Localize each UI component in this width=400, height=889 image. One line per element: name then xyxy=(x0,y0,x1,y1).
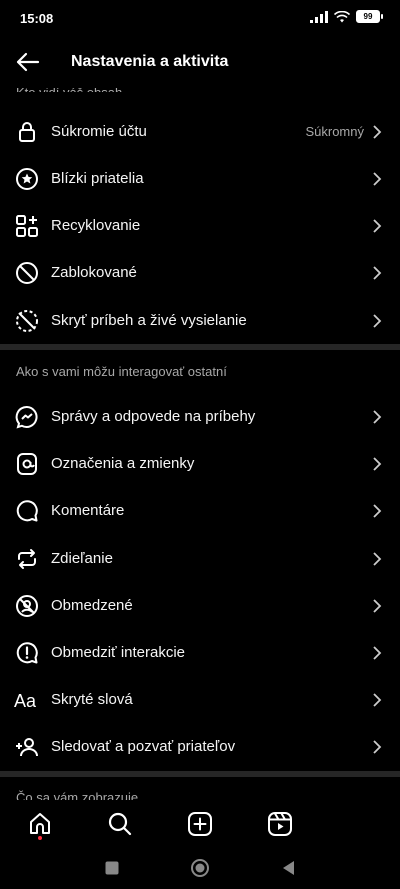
header: Nastavenia a aktivita xyxy=(0,38,400,86)
signal-icon xyxy=(310,10,328,23)
row-label: Označenia a zmienky xyxy=(51,455,195,472)
chevron-right-icon xyxy=(372,171,382,186)
row-close-friends[interactable]: Blízki priatelia xyxy=(0,155,400,202)
row-label: Recyklovanie xyxy=(51,217,141,234)
back-button[interactable] xyxy=(14,48,42,76)
row-label: Blízki priatelia xyxy=(51,170,144,187)
bottom-nav xyxy=(0,800,400,848)
chevron-right-icon xyxy=(372,409,382,424)
chevron-right-icon xyxy=(372,503,382,518)
circle-icon xyxy=(191,859,209,877)
wifi-icon xyxy=(334,10,350,23)
search-icon xyxy=(108,812,132,836)
notification-dot xyxy=(38,836,42,840)
row-label: Skryté slová xyxy=(51,691,133,708)
svg-text:Aa: Aa xyxy=(14,691,37,711)
messenger-icon xyxy=(14,404,40,430)
triangle-back-icon xyxy=(283,861,294,875)
nav-create[interactable] xyxy=(186,810,214,838)
section-divider xyxy=(0,771,400,777)
row-sharing[interactable]: Zdieľanie xyxy=(0,535,400,582)
section-header: Ako s vami môžu interagovať ostatní xyxy=(16,364,227,379)
home-icon xyxy=(30,813,50,834)
chevron-right-icon xyxy=(372,313,382,328)
row-follow-invite[interactable]: Sledovať a pozvať priateľov xyxy=(0,723,400,770)
row-label: Zablokované xyxy=(51,264,137,281)
status-icons: 99 xyxy=(310,10,383,23)
row-tags-mentions[interactable]: Označenia a zmienky xyxy=(0,440,400,487)
chevron-right-icon xyxy=(372,265,382,280)
row-hidden-words[interactable]: Aa Skryté slová xyxy=(0,676,400,723)
close-friends-star-icon xyxy=(14,166,40,192)
row-remix[interactable]: Recyklovanie xyxy=(0,202,400,249)
row-label: Obmedziť interakcie xyxy=(51,644,186,661)
home-system-button[interactable] xyxy=(190,858,210,878)
grid-plus-icon xyxy=(14,213,40,239)
row-label: Sledovať a pozvať priateľov xyxy=(51,738,236,755)
row-label: Obmedzené xyxy=(51,597,133,614)
row-label: Komentáre xyxy=(51,502,125,519)
recent-apps-button[interactable] xyxy=(102,858,122,878)
row-account-privacy[interactable]: Súkromie účtu Súkromný xyxy=(0,108,400,155)
chevron-right-icon xyxy=(372,218,382,233)
limit-interactions-icon xyxy=(14,640,40,666)
follow-invite-icon xyxy=(14,734,40,760)
restricted-icon xyxy=(14,593,40,619)
page-title: Nastavenia a aktivita xyxy=(71,53,229,70)
at-icon xyxy=(14,451,40,477)
blocked-icon xyxy=(14,260,40,286)
partial-section-header: Čo sa vám zobrazuje xyxy=(16,790,139,800)
back-system-button[interactable] xyxy=(278,858,298,878)
row-blocked[interactable]: Zablokované xyxy=(0,249,400,296)
chevron-right-icon xyxy=(372,739,382,754)
chevron-right-icon xyxy=(372,598,382,613)
hidden-words-icon: Aa xyxy=(14,687,40,713)
row-label: Skryť príbeh a živé vysielanie xyxy=(51,312,247,329)
reels-icon xyxy=(268,812,292,836)
row-comments[interactable]: Komentáre xyxy=(0,487,400,534)
row-restricted[interactable]: Obmedzené xyxy=(0,582,400,629)
row-label: Súkromie účtu xyxy=(51,123,147,140)
row-messages[interactable]: Správy a odpovede na príbehy xyxy=(0,393,400,440)
hide-story-icon xyxy=(14,308,40,334)
nav-home[interactable] xyxy=(26,810,54,838)
chevron-right-icon xyxy=(372,551,382,566)
row-label: Správy a odpovede na príbehy xyxy=(51,408,256,425)
nav-search[interactable] xyxy=(106,810,134,838)
chevron-right-icon xyxy=(372,124,382,139)
row-limit-interactions[interactable]: Obmedziť interakcie xyxy=(0,629,400,676)
row-hide-story[interactable]: Skryť príbeh a živé vysielanie xyxy=(0,297,400,344)
share-icon xyxy=(14,546,40,572)
chevron-right-icon xyxy=(372,692,382,707)
row-value: Súkromný xyxy=(305,124,364,139)
nav-reels[interactable] xyxy=(266,810,294,838)
section-divider xyxy=(0,344,400,350)
comment-icon xyxy=(14,498,40,524)
row-label: Zdieľanie xyxy=(51,550,113,567)
chevron-right-icon xyxy=(372,645,382,660)
create-icon xyxy=(188,812,212,836)
status-bar: 15:08 99 xyxy=(0,0,400,38)
back-arrow-icon xyxy=(16,52,40,72)
battery-icon: 99 xyxy=(356,10,383,23)
lock-icon xyxy=(14,119,40,145)
square-icon xyxy=(105,861,119,875)
status-time: 15:08 xyxy=(20,11,54,26)
chevron-right-icon xyxy=(372,456,382,471)
system-nav-bar xyxy=(0,848,400,889)
